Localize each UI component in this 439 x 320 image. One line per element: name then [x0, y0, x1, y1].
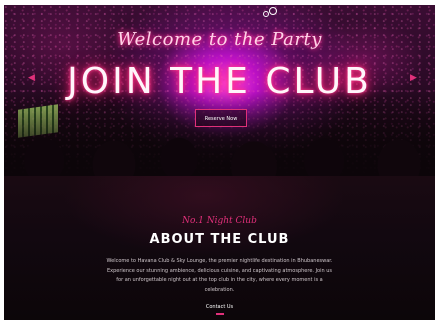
about-section: No.1 Night Club ABOUT THE CLUB Welcome t… [4, 176, 435, 320]
contact-us-link[interactable]: Contact Us [4, 304, 435, 310]
about-line: Welcome to Havana Club & Sky Lounge, the… [106, 258, 333, 264]
hero-section: ◀ ▶ Welcome to the Party JOIN THE CLUB R… [4, 5, 435, 176]
hero-title: JOIN THE CLUB [67, 61, 372, 102]
about-kicker: No.1 Night Club [182, 216, 257, 226]
about-line: celebration. [204, 286, 235, 293]
hero-tagline: Welcome to the Party [117, 29, 322, 50]
page: ◀ ▶ Welcome to the Party JOIN THE CLUB R… [4, 5, 435, 320]
bubble-decoration [263, 7, 277, 17]
about-line: for an unforgettable night out at the to… [116, 277, 323, 284]
about-line: Experience our stunning ambience, delici… [106, 267, 333, 274]
about-description: Welcome to Havana Club & Sky Lounge, the… [104, 257, 335, 295]
contact-underline [216, 313, 224, 315]
crowd-silhouette [4, 91, 435, 176]
reserve-now-button[interactable]: Reserve Now [195, 109, 247, 127]
about-title: ABOUT THE CLUB [149, 232, 290, 247]
